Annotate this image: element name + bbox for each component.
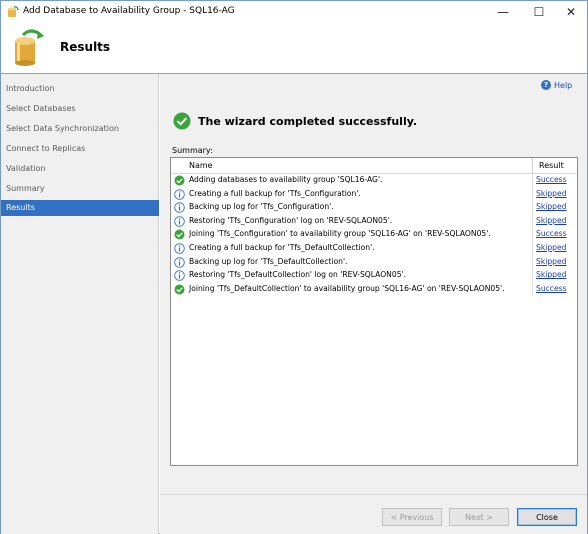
wizard-header: Results (1, 23, 587, 73)
row-result-link[interactable]: Success (536, 175, 567, 184)
row-name: Joining 'Tfs_DefaultCollection' to avail… (189, 283, 505, 293)
table-row[interactable]: Creating a full backup for 'Tfs_Configur… (171, 187, 577, 202)
table-row[interactable]: Restoring 'Tfs_Configuration' log on 'RE… (171, 214, 577, 229)
table-row[interactable]: Backing up log for 'Tfs_Configuration'. S… (171, 201, 577, 215)
table-row[interactable]: Backing up log for 'Tfs_DefaultCollectio… (171, 255, 577, 270)
row-name: Adding databases to availability group '… (189, 175, 383, 184)
column-header-result[interactable]: Result (539, 161, 564, 170)
wizard-window: Add Database to Availability Group - SQL… (0, 0, 588, 534)
row-separator (532, 228, 533, 242)
success-icon (174, 284, 185, 295)
database-sync-icon (15, 29, 44, 66)
row-name: Backing up log for 'Tfs_Configuration'. (189, 202, 334, 212)
window-title: Add Database to Availability Group - SQL… (23, 6, 235, 16)
row-result-link[interactable]: Success (536, 229, 567, 238)
table-row[interactable]: Joining 'Tfs_Configuration' to availabil… (171, 228, 577, 242)
table-row[interactable]: Joining 'Tfs_DefaultCollection' to avail… (171, 282, 577, 297)
success-check-icon (173, 112, 191, 130)
page-title: Results (60, 40, 111, 54)
success-icon (174, 229, 185, 240)
sidebar-item-summary[interactable]: Summary (1, 181, 159, 197)
sidebar-item-select-data-synchronization[interactable]: Select Data Synchronization (1, 121, 159, 137)
row-name: Joining 'Tfs_Configuration' to availabil… (189, 229, 491, 239)
row-result-link[interactable]: Skipped (536, 270, 566, 279)
info-icon (174, 188, 185, 200)
previous-button[interactable]: < Previous (382, 508, 442, 526)
row-separator (532, 255, 533, 270)
row-separator (532, 201, 533, 215)
column-separator[interactable] (532, 158, 533, 174)
close-window-button[interactable]: ✕ (553, 1, 588, 23)
info-icon (174, 256, 185, 268)
row-name: Creating a full backup for 'Tfs_Configur… (189, 188, 361, 198)
next-button[interactable]: Next > (449, 508, 509, 526)
sidebar-item-introduction[interactable]: Introduction (1, 81, 159, 97)
summary-label: Summary: (172, 146, 213, 155)
info-icon (174, 270, 185, 281)
help-label: Help (554, 80, 573, 90)
row-separator (532, 174, 533, 188)
maximize-button[interactable]: ☐ (521, 1, 557, 23)
row-separator (532, 282, 533, 297)
sidebar-item-validation[interactable]: Validation (1, 161, 159, 177)
row-result-link[interactable]: Skipped (536, 257, 566, 266)
info-icon (174, 243, 185, 254)
row-name: Backing up log for 'Tfs_DefaultCollectio… (189, 256, 348, 266)
title-bar: Add Database to Availability Group - SQL… (1, 1, 587, 23)
row-separator (532, 187, 533, 202)
row-result-link[interactable]: Skipped (536, 189, 566, 198)
table-row[interactable]: Creating a full backup for 'Tfs_DefaultC… (171, 242, 577, 256)
help-link[interactable]: ? Help (541, 80, 572, 90)
row-result-link[interactable]: Skipped (536, 202, 566, 211)
sidebar-item-results[interactable]: Results (1, 200, 159, 216)
sidebar-item-select-databases[interactable]: Select Databases (1, 101, 159, 117)
row-name: Creating a full backup for 'Tfs_DefaultC… (189, 243, 375, 252)
table-row[interactable]: Restoring 'Tfs_DefaultCollection' log on… (171, 269, 577, 283)
help-icon: ? (541, 80, 551, 90)
row-name: Restoring 'Tfs_DefaultCollection' log on… (189, 270, 407, 280)
status-text: The wizard completed successfully. (198, 114, 418, 128)
status-message: The wizard completed successfully. (173, 112, 417, 130)
row-name: Restoring 'Tfs_Configuration' log on 'RE… (189, 215, 393, 225)
table-row[interactable]: Adding databases to availability group '… (171, 174, 577, 188)
info-icon (174, 202, 185, 213)
success-icon (174, 175, 185, 186)
table-header: Name Result (171, 158, 577, 174)
row-separator (532, 242, 533, 256)
row-separator (532, 214, 533, 229)
sidebar-item-connect-to-replicas[interactable]: Connect to Replicas (1, 141, 159, 157)
row-result-link[interactable]: Success (536, 284, 567, 293)
wizard-sidebar: Introduction Select Databases Select Dat… (1, 74, 159, 534)
database-app-icon (8, 6, 19, 17)
row-result-link[interactable]: Skipped (536, 216, 566, 225)
results-table: Name Result Adding databases to availabi… (170, 157, 578, 466)
info-icon (174, 216, 185, 227)
row-result-link[interactable]: Skipped (536, 243, 566, 252)
column-header-name[interactable]: Name (189, 161, 213, 170)
row-separator (532, 269, 533, 283)
minimize-button[interactable]: — (485, 1, 521, 23)
close-button[interactable]: Close (517, 508, 577, 526)
